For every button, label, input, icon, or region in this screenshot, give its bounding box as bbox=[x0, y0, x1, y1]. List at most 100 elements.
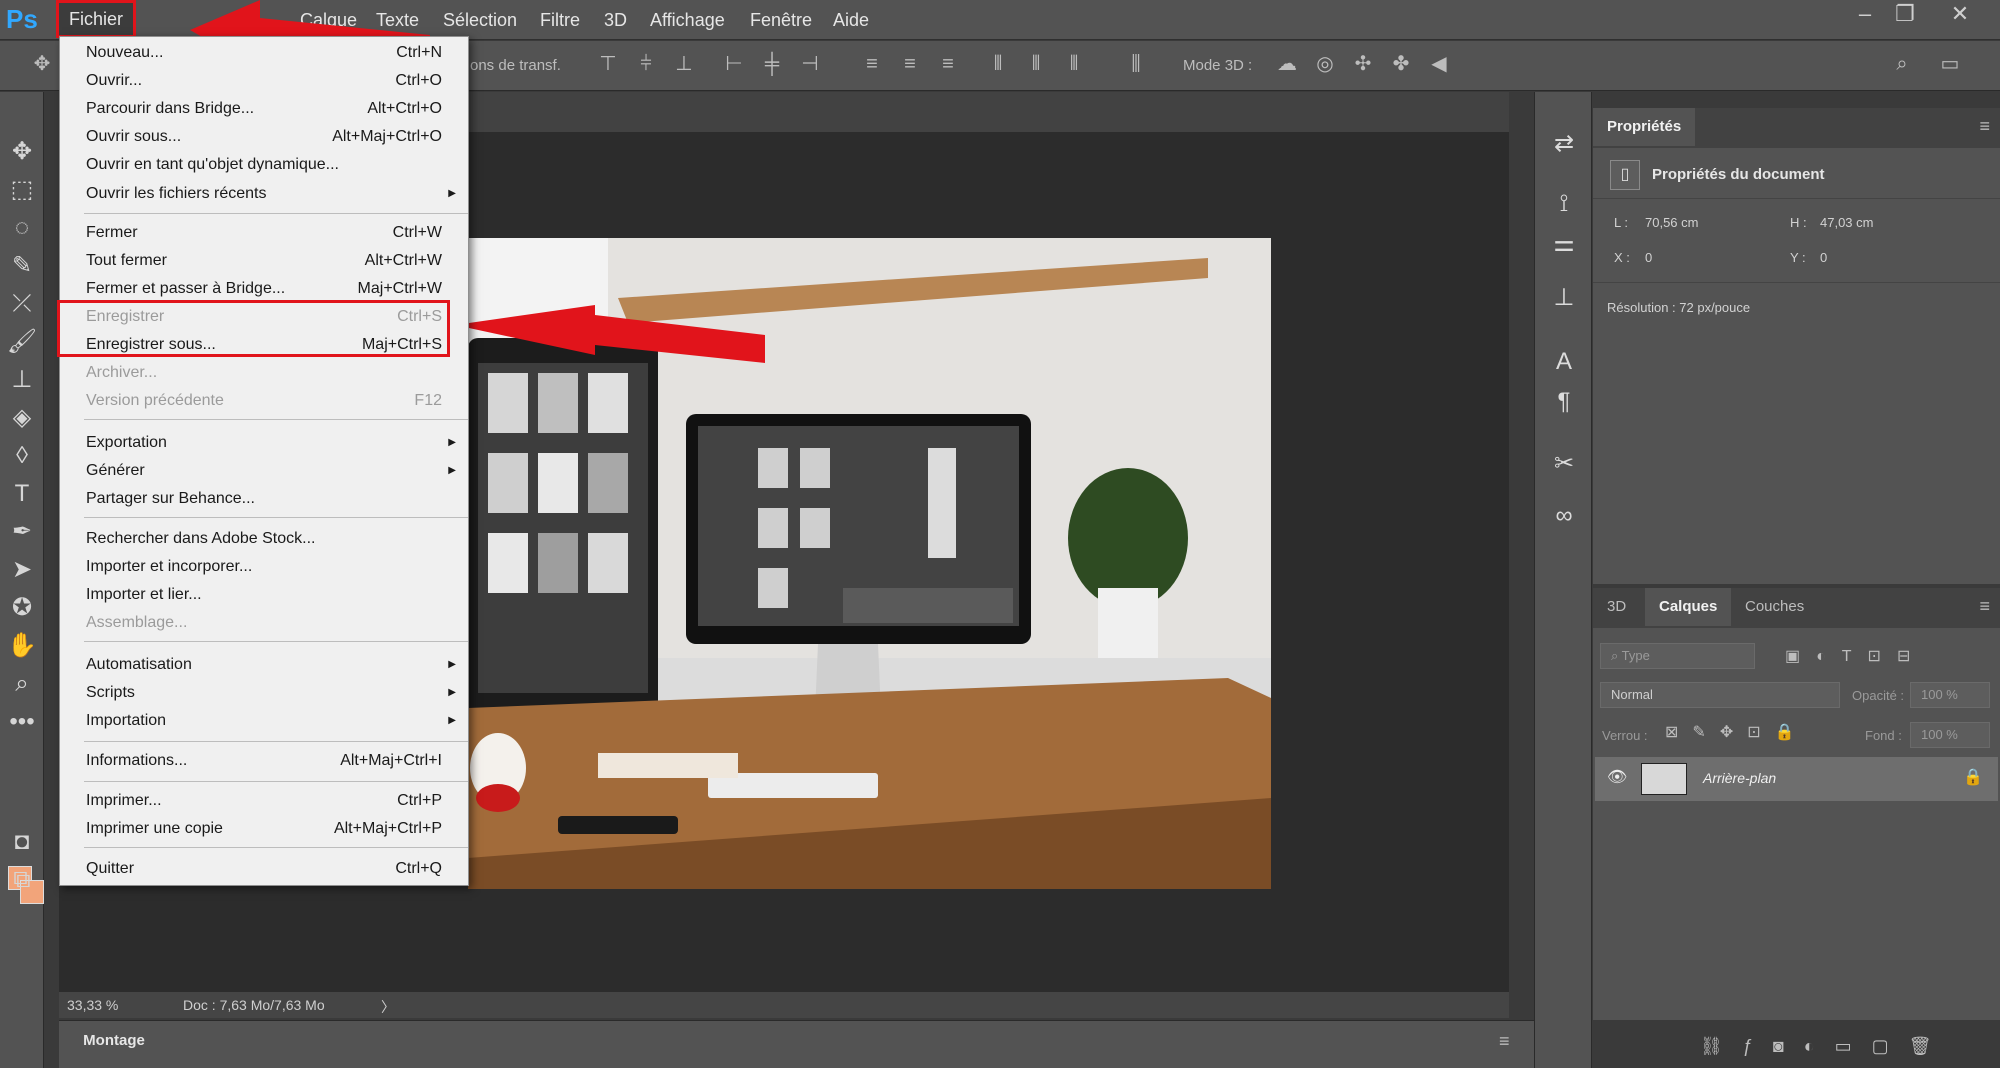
menu-item-partager-sur-behance[interactable]: Partager sur Behance... bbox=[86, 486, 466, 512]
opacity-field[interactable]: 100 % bbox=[1910, 682, 1990, 708]
menu-fichier[interactable]: Fichier bbox=[56, 0, 137, 38]
align-vcenter-icon[interactable]: ⫩ bbox=[634, 52, 658, 76]
blend-mode-select[interactable]: Normal bbox=[1600, 682, 1840, 708]
workspace-icon[interactable]: ▭ bbox=[1938, 52, 1962, 76]
layer-row[interactable]: 👁 Arrière-plan 🔒 bbox=[1595, 757, 1998, 801]
menu-item-tout-fermer[interactable]: Tout fermer Alt+Ctrl+W bbox=[86, 248, 466, 274]
tab-calques[interactable]: Calques bbox=[1645, 588, 1732, 626]
3d-orbit-icon[interactable]: ☁ bbox=[1275, 52, 1299, 76]
menu-item-imprimer[interactable]: Imprimer... Ctrl+P bbox=[86, 788, 466, 814]
transform-controls-label[interactable]: ons de transf. bbox=[470, 57, 561, 74]
height-value[interactable]: 47,03 cm bbox=[1820, 215, 1873, 230]
align-left-icon[interactable]: ⊢ bbox=[722, 52, 746, 76]
3d-pan-icon[interactable]: ✣ bbox=[1351, 52, 1375, 76]
quick-mask-icon[interactable]: ◘ bbox=[6, 826, 38, 858]
menu-item-ouvrir-en-tant-qu-objet-dynamique[interactable]: Ouvrir en tant qu'objet dynamique... bbox=[86, 152, 466, 178]
lock-icons[interactable]: ⊠✎✥⊡🔒 bbox=[1665, 722, 1809, 742]
type-tool-icon[interactable]: T bbox=[6, 478, 38, 510]
paragraph-icon[interactable]: ¶ bbox=[1548, 386, 1580, 418]
layer-actions-bar[interactable]: ⛓ƒ◙◐▭▢🗑 bbox=[1700, 1036, 1951, 1057]
eye-icon[interactable]: 👁 bbox=[1607, 767, 1627, 787]
menu-aide[interactable]: Aide bbox=[823, 0, 879, 40]
3d-camera-icon[interactable]: ◀ bbox=[1427, 52, 1451, 76]
menu-item-imprimer-une-copie[interactable]: Imprimer une copie Alt+Maj+Ctrl+P bbox=[86, 816, 466, 842]
libraries-icon[interactable]: ∞ bbox=[1548, 500, 1580, 532]
brush-presets-icon[interactable]: ⟟ bbox=[1548, 188, 1580, 220]
menu-item-quitter[interactable]: Quitter Ctrl+Q bbox=[86, 856, 466, 882]
shape-icon[interactable]: ✪ bbox=[6, 592, 38, 624]
menu-filtre[interactable]: Filtre bbox=[530, 0, 590, 40]
align-bottom-icon[interactable]: ⊥ bbox=[672, 52, 696, 76]
panel-menu-icon[interactable]: ≡ bbox=[1979, 596, 1990, 617]
history-icon[interactable]: ⇄ bbox=[1548, 128, 1580, 160]
screen-mode-icon[interactable]: ⧉ bbox=[6, 864, 38, 896]
align-top-icon[interactable]: ⊤ bbox=[596, 52, 620, 76]
menu-item-nouveau[interactable]: Nouveau... Ctrl+N bbox=[86, 40, 466, 66]
menu-item-informations[interactable]: Informations... Alt+Maj+Ctrl+I bbox=[86, 748, 466, 774]
hand-icon[interactable]: ✋ bbox=[6, 630, 38, 662]
layer-filter-icons[interactable]: ▣◐T⊡⊟ bbox=[1785, 646, 1926, 666]
eyedropper-icon[interactable]: ⤫ bbox=[6, 288, 38, 320]
zoom-level[interactable]: 33,33 % bbox=[67, 997, 118, 1013]
panel-menu-icon[interactable]: ≡ bbox=[1979, 116, 1990, 137]
x-value[interactable]: 0 bbox=[1645, 250, 1652, 265]
layer-name[interactable]: Arrière-plan bbox=[1703, 770, 1776, 786]
menu-3d[interactable]: 3D bbox=[594, 0, 637, 40]
distribute-bottom-icon[interactable]: ≡ bbox=[936, 52, 960, 76]
menu-item-générer[interactable]: Générer ▶ bbox=[86, 458, 466, 484]
align-hcenter-icon[interactable]: ╪ bbox=[760, 52, 784, 76]
menu-item-ouvrir-les-fichiers-récents[interactable]: Ouvrir les fichiers récents ▶ bbox=[86, 181, 466, 207]
tab-3d[interactable]: 3D bbox=[1593, 588, 1640, 626]
layer-filter-select[interactable]: ⌕ Type bbox=[1600, 643, 1755, 669]
panel-menu-icon[interactable]: ≡ bbox=[1499, 1031, 1510, 1052]
menu-item-importation[interactable]: Importation ▶ bbox=[86, 708, 466, 734]
menu-item-ouvrir-sous[interactable]: Ouvrir sous... Alt+Maj+Ctrl+O bbox=[86, 124, 466, 150]
menu-item-fermer-et-passer-à-bridge[interactable]: Fermer et passer à Bridge... Maj+Ctrl+W bbox=[86, 276, 466, 302]
move-icon[interactable]: ✥ bbox=[6, 136, 38, 168]
width-value[interactable]: 70,56 cm bbox=[1645, 215, 1698, 230]
menu-item-importer-et-incorporer[interactable]: Importer et incorporer... bbox=[86, 554, 466, 580]
tab-proprietes[interactable]: Propriétés bbox=[1593, 108, 1696, 146]
lock-icon[interactable]: 🔒 bbox=[1963, 767, 1983, 787]
close-icon[interactable]: ✕ bbox=[1935, 0, 1985, 30]
quick-select-icon[interactable]: ✎ bbox=[6, 250, 38, 282]
3d-roll-icon[interactable]: ◎ bbox=[1313, 52, 1337, 76]
tab-couches[interactable]: Couches bbox=[1731, 588, 1818, 626]
menu-item-ouvrir[interactable]: Ouvrir... Ctrl+O bbox=[86, 68, 466, 94]
stamp-icon[interactable]: ⊥ bbox=[6, 364, 38, 396]
distribute-left-icon[interactable]: ⦀ bbox=[986, 52, 1010, 76]
more-tools-icon[interactable]: ••• bbox=[6, 706, 38, 738]
menu-item-importer-et-lier[interactable]: Importer et lier... bbox=[86, 582, 466, 608]
restore-icon[interactable]: ❐ bbox=[1880, 0, 1930, 30]
distribute-vcenter-icon[interactable]: ≡ bbox=[898, 52, 922, 76]
move-tool-icon[interactable]: ✥ bbox=[30, 52, 54, 76]
menu-item-parcourir-dans-bridge[interactable]: Parcourir dans Bridge... Alt+Ctrl+O bbox=[86, 96, 466, 122]
y-value[interactable]: 0 bbox=[1820, 250, 1827, 265]
menu-item-scripts[interactable]: Scripts ▶ bbox=[86, 680, 466, 706]
distribute-top-icon[interactable]: ≡ bbox=[860, 52, 884, 76]
status-arrow-icon[interactable]: 〉 bbox=[381, 997, 395, 1017]
3d-slide-icon[interactable]: ✤ bbox=[1389, 52, 1413, 76]
path-select-icon[interactable]: ➤ bbox=[6, 554, 38, 586]
eraser-icon[interactable]: ◈ bbox=[6, 402, 38, 434]
clone-source-icon[interactable]: ⊥ bbox=[1548, 282, 1580, 314]
auto-align-icon[interactable]: ⫼ bbox=[1124, 52, 1148, 76]
menu-item-exportation[interactable]: Exportation ▶ bbox=[86, 430, 466, 456]
tab-montage[interactable]: Montage bbox=[59, 1021, 169, 1061]
distribute-hcenter-icon[interactable]: ⦀ bbox=[1024, 52, 1048, 76]
tools-presets-icon[interactable]: ✂ bbox=[1548, 448, 1580, 480]
distribute-right-icon[interactable]: ⦀ bbox=[1062, 52, 1086, 76]
pen-icon[interactable]: ✒ bbox=[6, 516, 38, 548]
search-icon[interactable]: ⌕ bbox=[1890, 52, 1914, 76]
menu-item-fermer[interactable]: Fermer Ctrl+W bbox=[86, 220, 466, 246]
align-right-icon[interactable]: ⊣ bbox=[798, 52, 822, 76]
lasso-icon[interactable]: ◌ bbox=[6, 212, 38, 244]
adjustments-icon[interactable]: ⚌ bbox=[1548, 228, 1580, 260]
menu-affichage[interactable]: Affichage bbox=[640, 0, 735, 40]
brush-icon[interactable]: 🖌 bbox=[6, 326, 38, 358]
menu-item-rechercher-dans-adobe-stock[interactable]: Rechercher dans Adobe Stock... bbox=[86, 526, 466, 552]
character-icon[interactable]: A bbox=[1548, 346, 1580, 378]
paint-bucket-icon[interactable]: ◊ bbox=[6, 440, 38, 472]
menu-fenetre[interactable]: Fenêtre bbox=[740, 0, 822, 40]
fill-field[interactable]: 100 % bbox=[1910, 722, 1990, 748]
